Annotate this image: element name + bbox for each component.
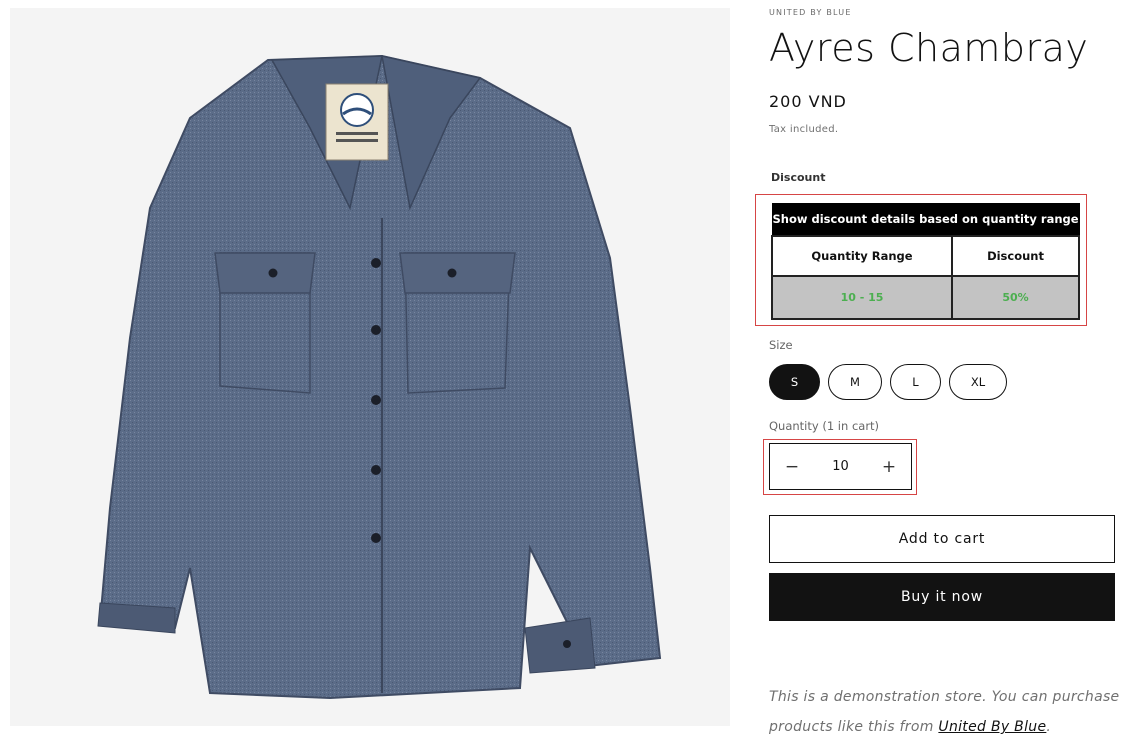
chambray-shirt-image <box>97 54 662 700</box>
description-end: . <box>1046 719 1052 735</box>
quantity-increase-button[interactable]: + <box>867 444 911 489</box>
size-option-m[interactable]: M <box>828 364 882 400</box>
discount-label: Discount <box>771 171 826 184</box>
size-label: Size <box>769 338 793 352</box>
discount-table: Show discount details based on quantity … <box>771 203 1081 320</box>
table-row: 10 - 15 50% <box>771 274 1081 320</box>
quantity-input[interactable] <box>815 459 866 474</box>
discount-header-discount: Discount <box>950 234 1081 277</box>
tax-note: Tax included. <box>769 124 839 135</box>
product-title: Ayres Chambray <box>769 26 1089 70</box>
discount-cell-value: 50% <box>950 274 1081 320</box>
size-selector: S M L XL <box>769 364 1007 400</box>
discount-header-range: Quantity Range <box>771 234 953 277</box>
size-option-xl[interactable]: XL <box>949 364 1007 400</box>
discount-cell-range: 10 - 15 <box>771 274 953 320</box>
product-price: 200 VND <box>769 92 847 111</box>
united-by-blue-link[interactable]: United By Blue <box>938 719 1046 735</box>
buy-now-button[interactable]: Buy it now <box>769 573 1115 621</box>
discount-table-caption: Show discount details based on quantity … <box>771 203 1080 236</box>
size-option-l[interactable]: L <box>890 364 941 400</box>
size-option-s[interactable]: S <box>769 364 820 400</box>
add-to-cart-button[interactable]: Add to cart <box>769 515 1115 563</box>
quantity-decrease-button[interactable]: − <box>770 444 814 489</box>
product-description: This is a demonstration store. You can p… <box>769 682 1121 742</box>
quantity-label: Quantity (1 in cart) <box>769 419 880 433</box>
quantity-stepper: − + <box>769 443 912 490</box>
product-vendor: UNITED BY BLUE <box>769 8 852 17</box>
product-image[interactable] <box>10 8 730 726</box>
